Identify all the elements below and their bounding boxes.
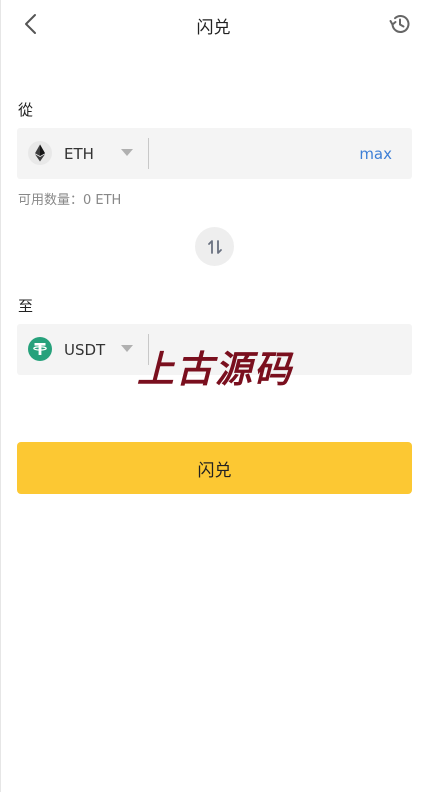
to-token-name: USDT	[64, 341, 106, 359]
from-token-select[interactable]: ETH	[17, 128, 148, 179]
max-button[interactable]: max	[359, 145, 392, 163]
from-token-name: ETH	[64, 145, 94, 163]
swap-direction-button[interactable]	[195, 227, 234, 266]
eth-icon	[28, 141, 52, 165]
to-token-select[interactable]: USDT	[17, 324, 148, 375]
watermark-text: 上古源码	[137, 348, 293, 391]
available-balance: 可用数量：0 ETH	[18, 193, 122, 208]
caret-down-icon	[121, 149, 133, 156]
swap-submit-button[interactable]: 闪兑	[17, 442, 412, 494]
usdt-icon	[28, 337, 52, 361]
from-label: 從	[18, 101, 34, 119]
page-title: 闪兑	[196, 18, 231, 38]
divider	[148, 138, 149, 169]
swap-arrows-icon	[207, 239, 222, 254]
caret-down-icon	[121, 345, 133, 352]
top-bar: 闪兑	[1, 0, 425, 48]
from-amount-input[interactable]	[157, 136, 347, 171]
from-token-row: ETH max	[17, 128, 412, 179]
history-icon	[389, 15, 410, 33]
history-button[interactable]	[386, 10, 414, 38]
to-label: 至	[18, 297, 34, 315]
swap-page: 闪兑 從 ETH max 可用数量：0 ETH 至 USDT 上古源码 闪兑	[0, 0, 425, 792]
